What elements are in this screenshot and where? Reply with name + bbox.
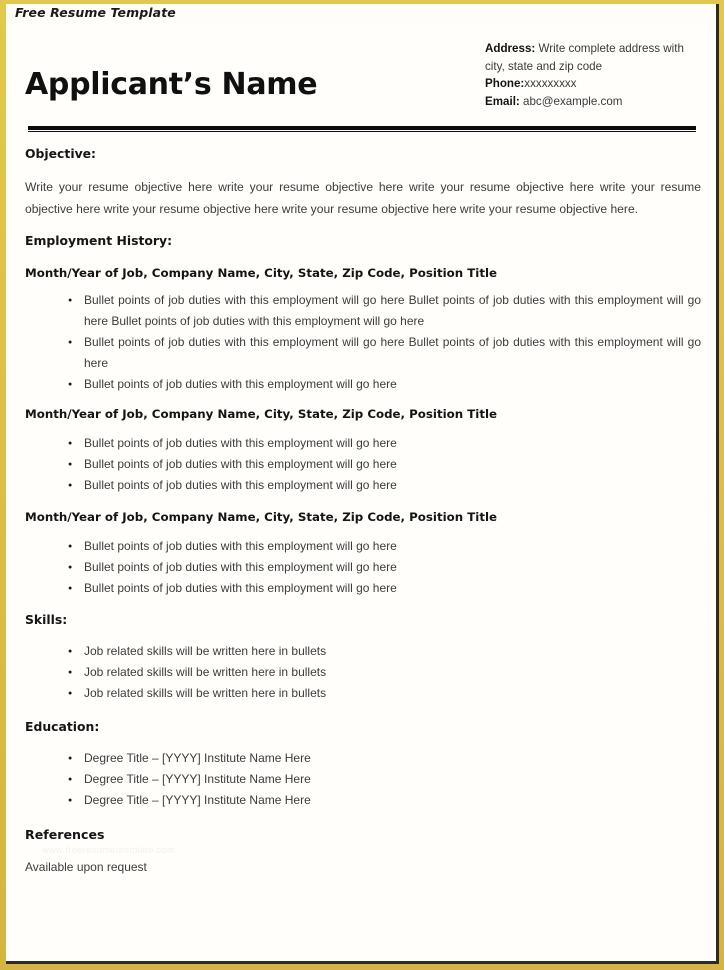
list-item: Bullet points of job duties with this em…: [68, 332, 701, 374]
education-heading: Education:: [25, 719, 100, 734]
list-item: Degree Title – [YYYY] Institute Name Her…: [68, 748, 701, 769]
list-item: Bullet points of job duties with this em…: [68, 578, 701, 599]
contact-block: Address: Write complete address with cit…: [485, 40, 700, 110]
list-item: Degree Title – [YYYY] Institute Name Her…: [68, 769, 701, 790]
contact-email-label: Email:: [485, 94, 520, 108]
job-bullets: Bullet points of job duties with this em…: [20, 433, 704, 496]
header-divider: [28, 126, 696, 133]
references-heading: References: [25, 827, 105, 842]
contact-phone-value: xxxxxxxxx: [524, 77, 577, 90]
contact-address-label: Address:: [485, 42, 536, 55]
header-divider-bar-thin: [28, 131, 696, 132]
list-item: Bullet points of job duties with this em…: [68, 290, 701, 332]
job-title-line: Month/Year of Job, Company Name, City, S…: [25, 266, 498, 280]
job-bullets: Bullet points of job duties with this em…: [20, 290, 704, 395]
list-item: Job related skills will be written here …: [68, 683, 701, 704]
contact-address-line: Address: Write complete address with cit…: [485, 40, 700, 75]
list-item: Bullet points of job duties with this em…: [68, 454, 701, 475]
list-item: Bullet points of job duties with this em…: [68, 536, 701, 557]
resume-content: Applicant’s Name Address: Write complete…: [6, 24, 716, 961]
objective-body: Write your resume objective here write y…: [25, 180, 701, 216]
contact-phone-label: Phone:: [485, 77, 525, 90]
list-item: Bullet points of job duties with this em…: [68, 374, 701, 395]
employment-heading: Employment History:: [25, 233, 173, 248]
list-item: Job related skills will be written here …: [68, 662, 701, 683]
contact-email-line: Email: abc@example.com: [485, 93, 700, 111]
list-item: Bullet points of job duties with this em…: [68, 475, 701, 496]
skills-bullets: Job related skills will be written here …: [20, 641, 704, 704]
job-bullets: Bullet points of job duties with this em…: [20, 536, 704, 599]
references-body: Available upon request: [25, 860, 147, 874]
job-title-line: Month/Year of Job, Company Name, City, S…: [25, 510, 498, 524]
applicant-name: Applicant’s Name: [25, 67, 318, 102]
list-item: Degree Title – [YYYY] Institute Name Her…: [68, 790, 701, 811]
resume-header: Applicant’s Name Address: Write complete…: [20, 24, 704, 126]
list-item: Bullet points of job duties with this em…: [68, 433, 701, 454]
page-frame: Free Resume Template Applicant’s Name Ad…: [0, 0, 724, 970]
education-bullets: Degree Title – [YYYY] Institute Name Her…: [20, 748, 704, 811]
site-watermark: www.freeresumetemplate.com: [42, 845, 175, 856]
template-title-label: Free Resume Template: [15, 5, 176, 20]
job-title-line: Month/Year of Job, Company Name, City, S…: [25, 407, 498, 421]
list-item: Bullet points of job duties with this em…: [68, 557, 701, 578]
template-title-bar: Free Resume Template: [6, 4, 716, 24]
list-item: Job related skills will be written here …: [68, 641, 701, 662]
contact-email-value: abc@example.com: [523, 94, 623, 108]
resume-sheet: Free Resume Template Applicant’s Name Ad…: [6, 4, 716, 961]
objective-heading: Objective:: [25, 146, 97, 161]
contact-phone-line: Phone:xxxxxxxxx: [485, 75, 700, 93]
skills-heading: Skills:: [25, 612, 68, 627]
